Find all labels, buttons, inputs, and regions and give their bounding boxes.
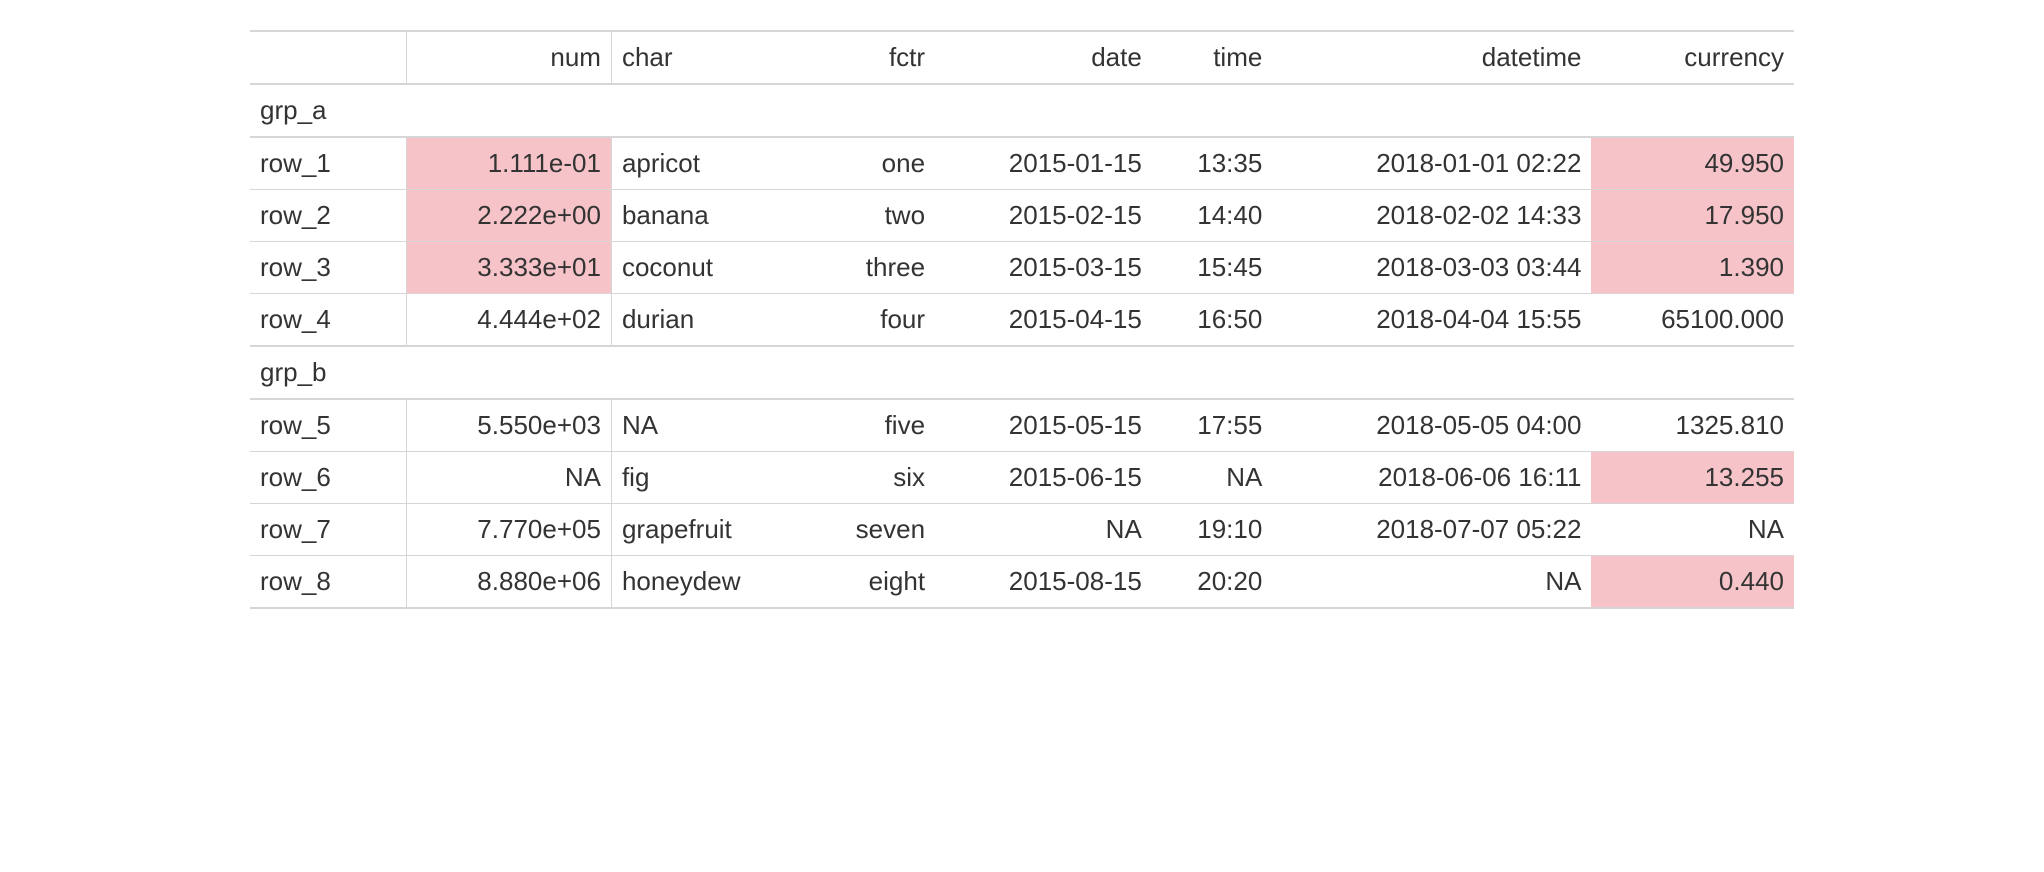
cell-fctr: four <box>808 294 935 347</box>
column-header-num: num <box>407 31 612 84</box>
cell-fctr: three <box>808 242 935 294</box>
cell-currency: NA <box>1591 504 1794 556</box>
cell-char: coconut <box>611 242 808 294</box>
cell-num: 1.111e-01 <box>407 137 612 190</box>
cell-char: apricot <box>611 137 808 190</box>
cell-time: 14:40 <box>1152 190 1273 242</box>
group-label: grp_a <box>250 84 1794 137</box>
cell-datetime: 2018-01-01 02:22 <box>1272 137 1591 190</box>
row-stub: row_6 <box>250 452 407 504</box>
table-row: row_11.111e-01apricotone2015-01-1513:352… <box>250 137 1794 190</box>
cell-fctr: one <box>808 137 935 190</box>
cell-fctr: seven <box>808 504 935 556</box>
column-header-fctr: fctr <box>808 31 935 84</box>
column-header-time: time <box>1152 31 1273 84</box>
cell-fctr: eight <box>808 556 935 609</box>
cell-date: 2015-04-15 <box>935 294 1152 347</box>
cell-datetime: 2018-04-04 15:55 <box>1272 294 1591 347</box>
row-stub: row_2 <box>250 190 407 242</box>
cell-datetime: 2018-06-06 16:11 <box>1272 452 1591 504</box>
cell-date: 2015-05-15 <box>935 399 1152 452</box>
cell-char: NA <box>611 399 808 452</box>
cell-currency: 65100.000 <box>1591 294 1794 347</box>
column-header-row: num char fctr date time datetime currenc… <box>250 31 1794 84</box>
row-stub: row_8 <box>250 556 407 609</box>
column-header-datetime: datetime <box>1272 31 1591 84</box>
table-row: row_22.222e+00bananatwo2015-02-1514:4020… <box>250 190 1794 242</box>
cell-currency: 17.950 <box>1591 190 1794 242</box>
row-stub: row_3 <box>250 242 407 294</box>
column-header-currency: currency <box>1591 31 1794 84</box>
data-table: num char fctr date time datetime currenc… <box>250 30 1794 609</box>
group-header: grp_b <box>250 346 1794 399</box>
cell-num: 7.770e+05 <box>407 504 612 556</box>
table-row: row_55.550e+03NAfive2015-05-1517:552018-… <box>250 399 1794 452</box>
cell-datetime: 2018-07-07 05:22 <box>1272 504 1591 556</box>
cell-date: 2015-03-15 <box>935 242 1152 294</box>
cell-num: 3.333e+01 <box>407 242 612 294</box>
cell-num: 4.444e+02 <box>407 294 612 347</box>
cell-num: NA <box>407 452 612 504</box>
table-row: row_77.770e+05grapefruitsevenNA19:102018… <box>250 504 1794 556</box>
cell-time: 19:10 <box>1152 504 1273 556</box>
cell-time: 20:20 <box>1152 556 1273 609</box>
cell-datetime: NA <box>1272 556 1591 609</box>
cell-fctr: two <box>808 190 935 242</box>
cell-datetime: 2018-02-02 14:33 <box>1272 190 1591 242</box>
cell-date: 2015-08-15 <box>935 556 1152 609</box>
cell-char: durian <box>611 294 808 347</box>
cell-fctr: five <box>808 399 935 452</box>
cell-currency: 13.255 <box>1591 452 1794 504</box>
table-row: row_6NAfigsix2015-06-15NA2018-06-06 16:1… <box>250 452 1794 504</box>
cell-date: 2015-06-15 <box>935 452 1152 504</box>
table-row: row_44.444e+02durianfour2015-04-1516:502… <box>250 294 1794 347</box>
cell-char: grapefruit <box>611 504 808 556</box>
column-header-char: char <box>611 31 808 84</box>
row-stub: row_7 <box>250 504 407 556</box>
cell-currency: 1.390 <box>1591 242 1794 294</box>
column-header-date: date <box>935 31 1152 84</box>
cell-time: 15:45 <box>1152 242 1273 294</box>
cell-date: 2015-02-15 <box>935 190 1152 242</box>
cell-time: 13:35 <box>1152 137 1273 190</box>
cell-datetime: 2018-05-05 04:00 <box>1272 399 1591 452</box>
cell-currency: 49.950 <box>1591 137 1794 190</box>
group-label: grp_b <box>250 346 1794 399</box>
cell-currency: 1325.810 <box>1591 399 1794 452</box>
cell-currency: 0.440 <box>1591 556 1794 609</box>
cell-time: 16:50 <box>1152 294 1273 347</box>
row-stub: row_1 <box>250 137 407 190</box>
cell-datetime: 2018-03-03 03:44 <box>1272 242 1591 294</box>
cell-date: NA <box>935 504 1152 556</box>
cell-num: 5.550e+03 <box>407 399 612 452</box>
cell-num: 2.222e+00 <box>407 190 612 242</box>
cell-char: fig <box>611 452 808 504</box>
row-stub: row_5 <box>250 399 407 452</box>
cell-char: banana <box>611 190 808 242</box>
cell-time: 17:55 <box>1152 399 1273 452</box>
cell-date: 2015-01-15 <box>935 137 1152 190</box>
row-stub: row_4 <box>250 294 407 347</box>
table-row: row_88.880e+06honeydeweight2015-08-1520:… <box>250 556 1794 609</box>
group-header: grp_a <box>250 84 1794 137</box>
column-header-stub <box>250 31 407 84</box>
cell-fctr: six <box>808 452 935 504</box>
cell-char: honeydew <box>611 556 808 609</box>
table-row: row_33.333e+01coconutthree2015-03-1515:4… <box>250 242 1794 294</box>
cell-time: NA <box>1152 452 1273 504</box>
cell-num: 8.880e+06 <box>407 556 612 609</box>
